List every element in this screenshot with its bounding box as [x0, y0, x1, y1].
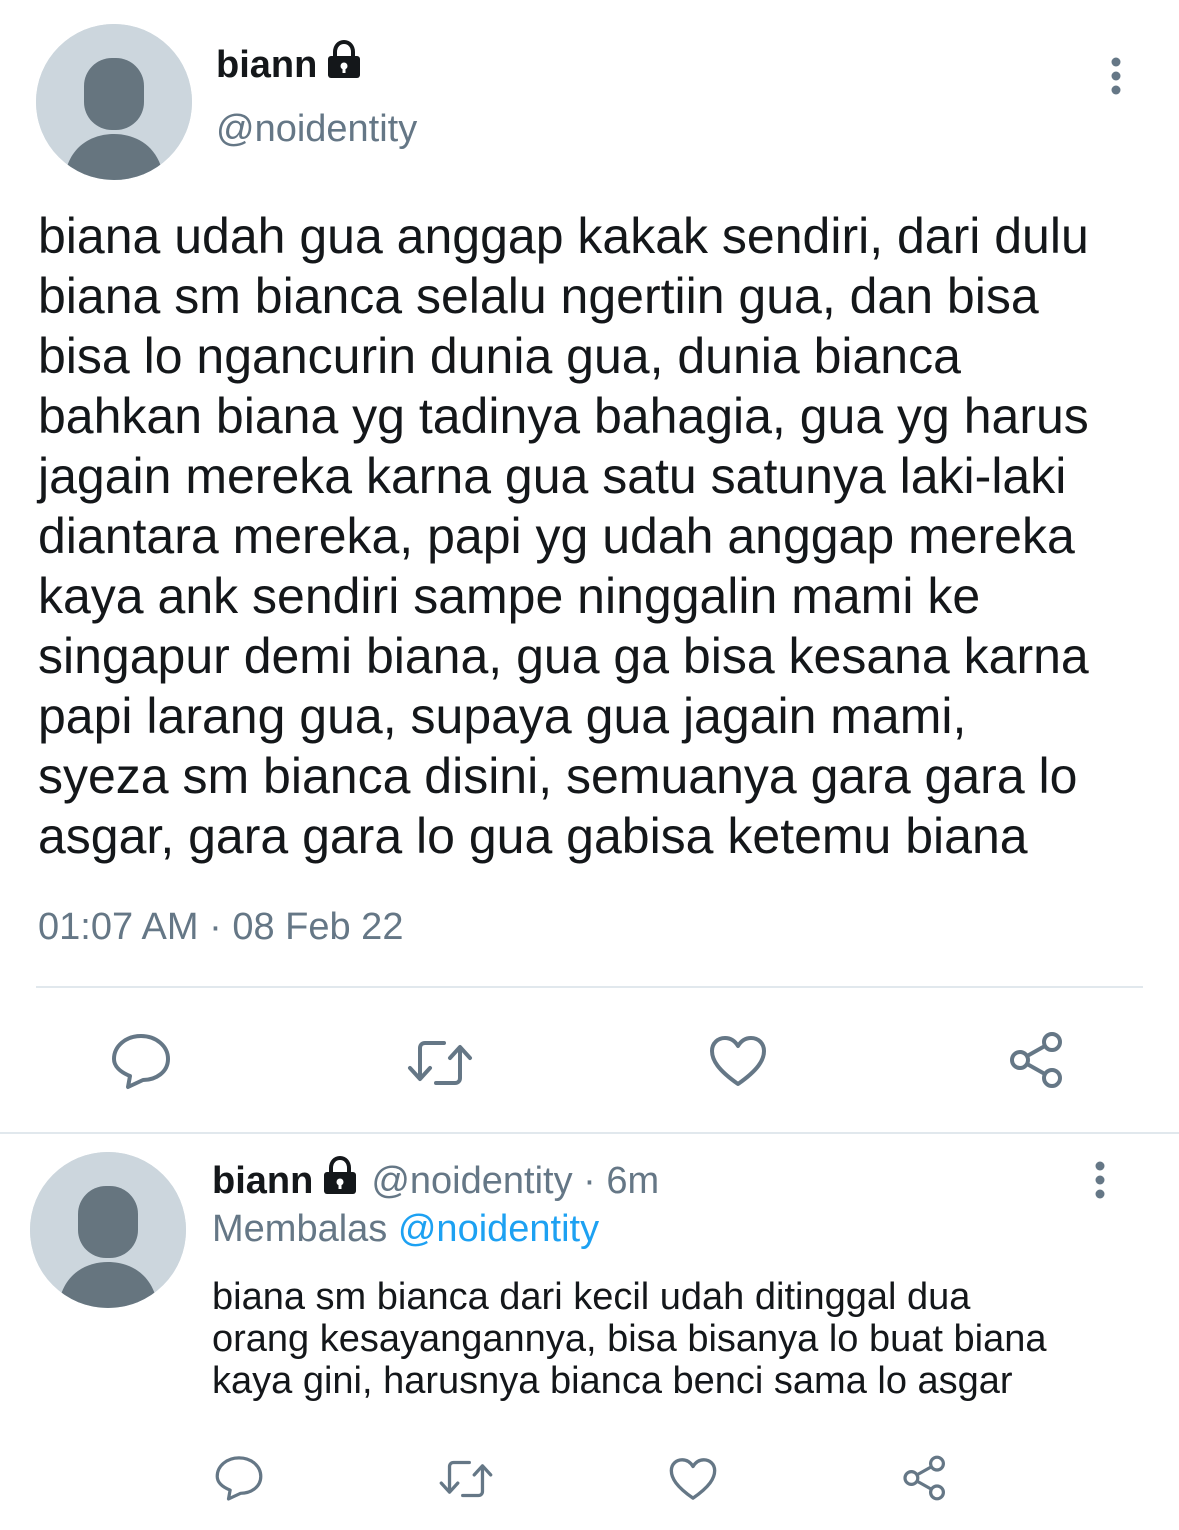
reply-actions: [0, 1452, 1179, 1512]
retweet-icon[interactable]: [406, 1038, 474, 1093]
user-handle-time[interactable]: @noidentity · 6m: [371, 1160, 659, 1203]
display-name[interactable]: biann: [216, 39, 363, 90]
reply-tweet-text: biana sm bianca dari kecil udah ditingga…: [212, 1276, 1047, 1402]
display-name[interactable]: biann: [212, 1160, 313, 1203]
lock-icon: [321, 1155, 359, 1206]
user-handle[interactable]: @noidentity: [216, 108, 417, 151]
avatar[interactable]: [36, 24, 192, 180]
like-icon[interactable]: [668, 1456, 718, 1507]
replying-prefix: Membalas: [212, 1208, 388, 1250]
display-name-text: biann: [216, 43, 318, 86]
replying-to: Membalas @noidentity: [212, 1208, 599, 1251]
reply-icon[interactable]: [214, 1454, 264, 1507]
replying-mention-link[interactable]: @noidentity: [398, 1208, 599, 1250]
like-icon[interactable]: [708, 1034, 768, 1093]
reply-icon[interactable]: [110, 1032, 172, 1095]
tweet-text: biana udah gua anggap kakak sendiri, dar…: [38, 208, 1089, 864]
share-icon[interactable]: [1006, 1030, 1068, 1095]
default-avatar-icon: [36, 24, 192, 180]
tweet-actions: [0, 1026, 1179, 1096]
lock-icon: [325, 39, 363, 90]
retweet-icon[interactable]: [438, 1458, 494, 1505]
more-options-icon[interactable]: [1104, 56, 1128, 105]
divider: [36, 986, 1143, 988]
reply-header: biann @noidentity · 6m: [212, 1155, 659, 1206]
section-separator: [0, 1132, 1179, 1134]
main-tweet: biann @noidentity biana udah gua anggap …: [0, 0, 1179, 1120]
default-avatar-icon: [30, 1152, 186, 1308]
share-icon[interactable]: [900, 1454, 950, 1507]
avatar[interactable]: [30, 1152, 186, 1308]
tweet-timestamp[interactable]: 01:07 AM · 08 Feb 22: [38, 906, 403, 949]
more-options-icon[interactable]: [1088, 1160, 1112, 1207]
